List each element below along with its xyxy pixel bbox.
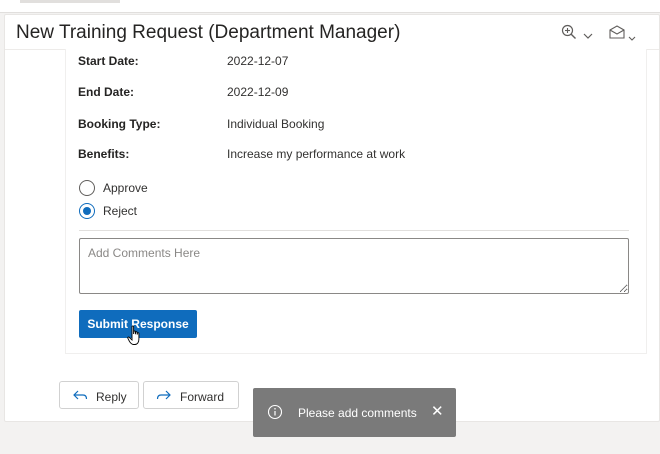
- detail-label: Booking Type:: [78, 117, 161, 131]
- toast-message: Please add comments: [298, 406, 417, 420]
- detail-label: End Date:: [78, 85, 135, 99]
- forward-button[interactable]: Forward: [143, 381, 239, 409]
- forward-icon: [156, 388, 172, 405]
- card-header: New Training Request (Department Manager…: [5, 15, 659, 50]
- hand-cursor-icon: [127, 325, 143, 352]
- reply-label: Reply: [96, 390, 127, 404]
- forward-label: Forward: [180, 390, 225, 404]
- radio-label: Approve: [103, 181, 148, 195]
- divider: [79, 230, 629, 231]
- card-title: New Training Request (Department Manager…: [16, 22, 401, 43]
- info-icon: [267, 404, 283, 423]
- tab-edge: [20, 0, 120, 3]
- toast-notification: Please add comments ✕: [253, 388, 456, 437]
- approve-radio[interactable]: Approve: [79, 180, 279, 198]
- reject-radio[interactable]: Reject: [79, 203, 279, 221]
- radio-checked-icon[interactable]: [79, 203, 95, 219]
- radio-label: Reject: [103, 204, 138, 218]
- detail-value: Individual Booking: [227, 117, 325, 131]
- zoom-in-icon[interactable]: [561, 24, 577, 45]
- top-strip: [0, 0, 660, 13]
- detail-label: Start Date:: [78, 54, 139, 68]
- detail-value: 2022-12-09: [227, 85, 289, 99]
- reply-icon: [72, 388, 88, 405]
- radio-unchecked-icon[interactable]: [79, 180, 95, 196]
- close-icon[interactable]: ✕: [431, 404, 444, 419]
- chevron-down-icon[interactable]: [628, 29, 636, 47]
- chevron-down-icon[interactable]: [583, 27, 593, 45]
- reply-button[interactable]: Reply: [59, 381, 139, 409]
- comments-input[interactable]: [79, 238, 629, 294]
- detail-value: Increase my performance at work: [227, 147, 406, 161]
- detail-value: 2022-12-07: [227, 54, 289, 68]
- mail-app-icon[interactable]: [608, 24, 626, 45]
- detail-label: Benefits:: [78, 147, 130, 161]
